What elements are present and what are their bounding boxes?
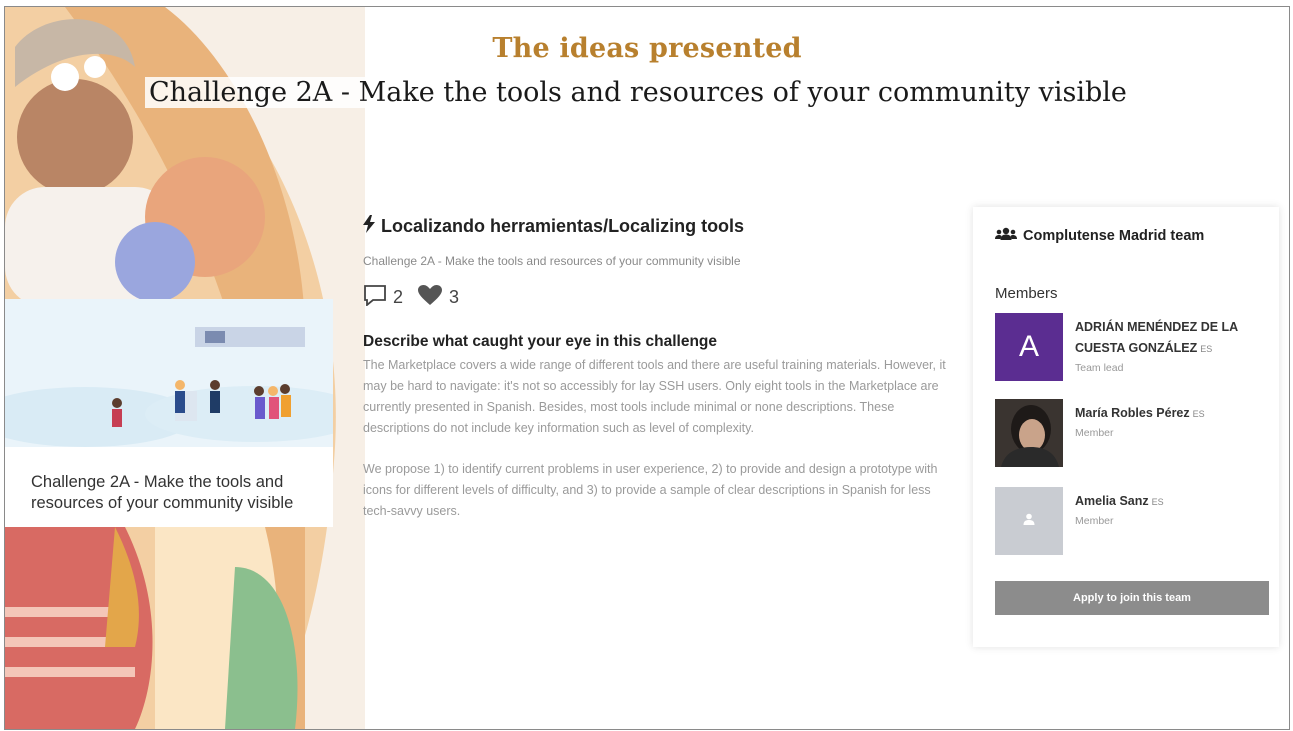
member-name: Amelia Sanz [1075, 494, 1149, 508]
idea-title-row: Localizando herramientas/Localizing tool… [363, 215, 963, 238]
lightning-icon [363, 215, 375, 238]
avatar-photo [995, 399, 1063, 467]
challenge-card[interactable]: Challenge 2A - Make the tools and resour… [5, 299, 333, 527]
section-heading: Describe what caught your eye in this ch… [363, 333, 718, 350]
member-country: ES [1200, 344, 1213, 354]
member-item[interactable]: Amelia Sanz ES Member [995, 487, 1265, 555]
heart-icon [417, 284, 443, 311]
apply-to-join-button[interactable]: Apply to join this team [995, 581, 1269, 615]
comments-stat[interactable]: 2 [363, 284, 403, 311]
member-country: ES [1192, 409, 1205, 419]
idea-challenge-link[interactable]: Challenge 2A - Make the tools and resour… [363, 254, 963, 268]
proposal-paragraph: We propose 1) to identify current proble… [363, 462, 938, 518]
avatar: A [995, 313, 1063, 381]
idea-stats: 2 3 [363, 284, 963, 311]
avatar-initial: A [1018, 330, 1039, 363]
likes-count: 3 [449, 287, 460, 307]
member-item[interactable]: A ADRIÁN MENÉNDEZ DE LA CUESTA GONZÁLEZ E… [995, 313, 1265, 381]
comments-count: 2 [393, 287, 404, 307]
slide-frame: The ideas presented Challenge 2A - Make … [4, 6, 1290, 730]
avatar-placeholder [995, 487, 1063, 555]
member-role: Team lead [1075, 362, 1124, 374]
team-name-row: Complutense Madrid team [995, 227, 1204, 245]
member-name: María Robles Pérez [1075, 406, 1190, 420]
user-icon [1023, 512, 1035, 530]
team-name: Complutense Madrid team [1023, 228, 1205, 244]
slide-subtitle: Challenge 2A - Make the tools and resour… [145, 77, 1131, 108]
comment-icon [363, 284, 387, 311]
member-role: Member [1075, 427, 1114, 439]
member-item[interactable]: María Robles Pérez ES Member [995, 399, 1265, 467]
member-name: ADRIÁN MENÉNDEZ DE LA CUESTA GONZÁLEZ [1075, 320, 1238, 355]
members-label: Members [995, 285, 1058, 302]
team-card: Complutense Madrid team Members A ADRIÁN… [973, 207, 1279, 647]
challenge-caption: Challenge 2A - Make the tools and resour… [31, 473, 294, 512]
idea-title[interactable]: Localizando herramientas/Localizing tool… [381, 216, 744, 237]
users-group-icon [995, 227, 1017, 245]
description-paragraph: The Marketplace covers a wide range of d… [363, 358, 946, 435]
idea-content: Localizando herramientas/Localizing tool… [363, 215, 963, 522]
member-country: ES [1151, 497, 1164, 507]
member-role: Member [1075, 515, 1114, 527]
slide-title: The ideas presented [492, 33, 802, 64]
likes-stat[interactable]: 3 [417, 284, 459, 311]
challenge-illustration [5, 299, 333, 447]
